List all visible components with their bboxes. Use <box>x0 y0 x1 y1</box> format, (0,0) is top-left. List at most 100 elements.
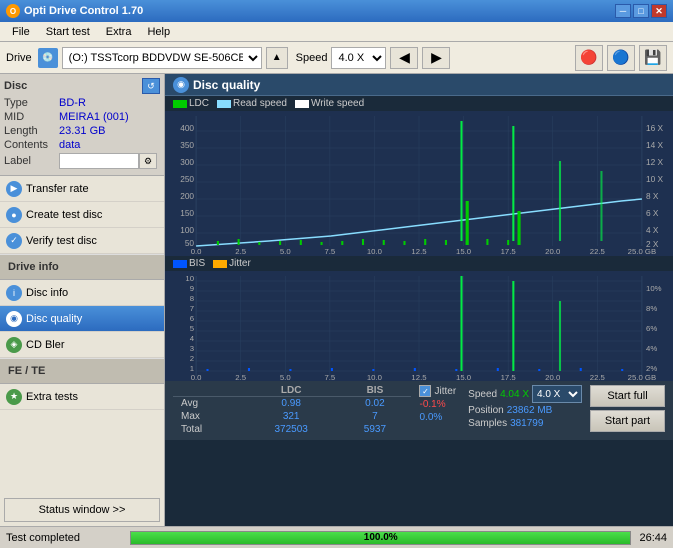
svg-text:12.5: 12.5 <box>411 373 426 381</box>
drive-eject-button[interactable]: ▲ <box>266 47 288 69</box>
position-value: 23862 MB <box>507 405 553 416</box>
menu-extra[interactable]: Extra <box>98 25 140 39</box>
speed-label: Speed <box>296 52 328 64</box>
menubar: File Start test Extra Help <box>0 22 673 42</box>
nav-verify-test-disc-label: Verify test disc <box>26 235 97 247</box>
label-settings-button[interactable]: ⚙ <box>139 153 157 169</box>
maximize-button[interactable]: □ <box>633 4 649 18</box>
menu-starttest[interactable]: Start test <box>38 25 98 39</box>
svg-text:4%: 4% <box>646 344 657 353</box>
cd-bler-icon: ◈ <box>6 337 22 353</box>
stats-speed-section: Speed 4.04 X 4.0 X Position 23862 MB Sam… <box>468 385 582 429</box>
legend-ldc-label: LDC <box>189 98 209 109</box>
legend-jitter: Jitter <box>213 258 251 269</box>
main-content: ◉ Disc quality LDC Read speed Write spee… <box>165 74 673 526</box>
nav-verify-test-disc[interactable]: ✓ Verify test disc <box>0 228 164 254</box>
nav-disc-quality[interactable]: ◉ Disc quality <box>0 306 164 332</box>
close-button[interactable]: ✕ <box>651 4 667 18</box>
nav-cd-bler[interactable]: ◈ CD Bler <box>0 332 164 358</box>
svg-text:20.0: 20.0 <box>545 247 560 256</box>
start-full-button[interactable]: Start full <box>590 385 665 407</box>
drive-info-label: Drive info <box>8 261 59 273</box>
legend-read-speed-color <box>217 100 231 108</box>
nav-create-test-disc-label: Create test disc <box>26 209 102 221</box>
total-ldc: 372503 <box>244 423 338 436</box>
nav-extra-tests-label: Extra tests <box>26 391 78 403</box>
speed-select[interactable]: 4.0 X <box>331 47 386 69</box>
svg-text:4 X: 4 X <box>646 226 659 235</box>
samples-value: 381799 <box>510 418 543 429</box>
svg-text:400: 400 <box>180 124 194 133</box>
svg-text:0.0: 0.0 <box>191 247 202 256</box>
svg-text:8%: 8% <box>646 304 657 313</box>
svg-text:16 X: 16 X <box>646 124 664 133</box>
legend-bis-label: BIS <box>189 258 205 269</box>
legend-bis-color <box>173 260 187 268</box>
svg-text:22.5: 22.5 <box>590 373 605 381</box>
toolbar-btn-2[interactable]: 🔵 <box>607 45 635 71</box>
verify-test-disc-icon: ✓ <box>6 233 22 249</box>
mid-label: MID <box>4 111 59 123</box>
toolbar-btn-1[interactable]: 🔴 <box>575 45 603 71</box>
nav-disc-quality-label: Disc quality <box>26 313 82 325</box>
svg-text:7: 7 <box>190 304 194 313</box>
progress-text: 100.0% <box>131 532 630 544</box>
svg-text:15.0: 15.0 <box>456 373 471 381</box>
app-icon: O <box>6 4 20 18</box>
avg-label: Avg <box>173 397 244 411</box>
drive-info-section: Drive info <box>0 254 164 280</box>
svg-text:22.5: 22.5 <box>590 247 605 256</box>
speed-right-select[interactable]: 4.0 X <box>532 385 582 403</box>
nav-disc-info[interactable]: i Disc info <box>0 280 164 306</box>
speed-right-button[interactable]: ▶ <box>422 47 450 69</box>
stats-bar: LDC BIS Avg 0.98 0.02 Max 321 7 <box>165 381 673 440</box>
jitter-row: ✓ Jitter <box>419 385 456 397</box>
menu-help[interactable]: Help <box>139 25 178 39</box>
speed-avg-val: 4.04 X <box>500 389 529 400</box>
nav-items: ▶ Transfer rate ● Create test disc ✓ Ver… <box>0 176 164 494</box>
samples-row: Samples 381799 <box>468 418 582 429</box>
col-header-ldc: LDC <box>244 385 338 397</box>
label-input[interactable] <box>59 153 139 169</box>
menu-file[interactable]: File <box>4 25 38 39</box>
bottom-chart-svg: 10 9 8 7 6 5 4 3 2 1 10% 8% 6% 4% 2% <box>165 271 673 381</box>
jitter-checkbox[interactable]: ✓ <box>419 385 431 397</box>
transfer-rate-icon: ▶ <box>6 181 22 197</box>
fe-te-label: FE / TE <box>8 365 45 377</box>
status-window-button[interactable]: Status window >> <box>4 498 160 522</box>
max-jitter: 0.0% <box>419 412 442 423</box>
sidebar: Disc ↺ Type BD-R MID MEIRA1 (001) Length… <box>0 74 165 526</box>
length-value: 23.31 GB <box>59 125 160 137</box>
svg-text:300: 300 <box>180 158 194 167</box>
max-label: Max <box>173 410 244 423</box>
svg-text:9: 9 <box>190 284 194 293</box>
avg-bis: 0.02 <box>338 397 411 411</box>
position-row: Position 23862 MB <box>468 405 582 416</box>
nav-disc-info-label: Disc info <box>26 287 68 299</box>
svg-text:17.5: 17.5 <box>501 247 516 256</box>
status-text: Test completed <box>6 532 126 544</box>
svg-text:10.0: 10.0 <box>367 247 382 256</box>
stats-table: LDC BIS Avg 0.98 0.02 Max 321 7 <box>173 385 411 436</box>
bottom-legend: BIS Jitter <box>165 256 673 271</box>
titlebar: O Opti Drive Control 1.70 ─ □ ✕ <box>0 0 673 22</box>
disc-quality-header-icon: ◉ <box>173 77 189 93</box>
start-part-button[interactable]: Start part <box>590 410 665 432</box>
speed-left-button[interactable]: ◀ <box>390 47 418 69</box>
disc-refresh-button[interactable]: ↺ <box>142 78 160 94</box>
minimize-button[interactable]: ─ <box>615 4 631 18</box>
disc-quality-header: ◉ Disc quality <box>165 74 673 96</box>
disc-quality-title: Disc quality <box>193 78 260 92</box>
nav-extra-tests[interactable]: ★ Extra tests <box>0 384 164 410</box>
legend-jitter-label: Jitter <box>229 258 251 269</box>
nav-transfer-rate[interactable]: ▶ Transfer rate <box>0 176 164 202</box>
nav-create-test-disc[interactable]: ● Create test disc <box>0 202 164 228</box>
svg-text:10 X: 10 X <box>646 175 664 184</box>
statusbar: Test completed 100.0% 26:44 <box>0 526 673 548</box>
svg-text:20.0: 20.0 <box>545 373 560 381</box>
svg-text:6%: 6% <box>646 324 657 333</box>
max-jitter-row: 0.0% <box>419 412 456 423</box>
length-label: Length <box>4 125 59 137</box>
toolbar-save-button[interactable]: 💾 <box>639 45 667 71</box>
drive-select[interactable]: (O:) TSSTcorp BDDVDW SE-506CB TS02 <box>62 47 262 69</box>
